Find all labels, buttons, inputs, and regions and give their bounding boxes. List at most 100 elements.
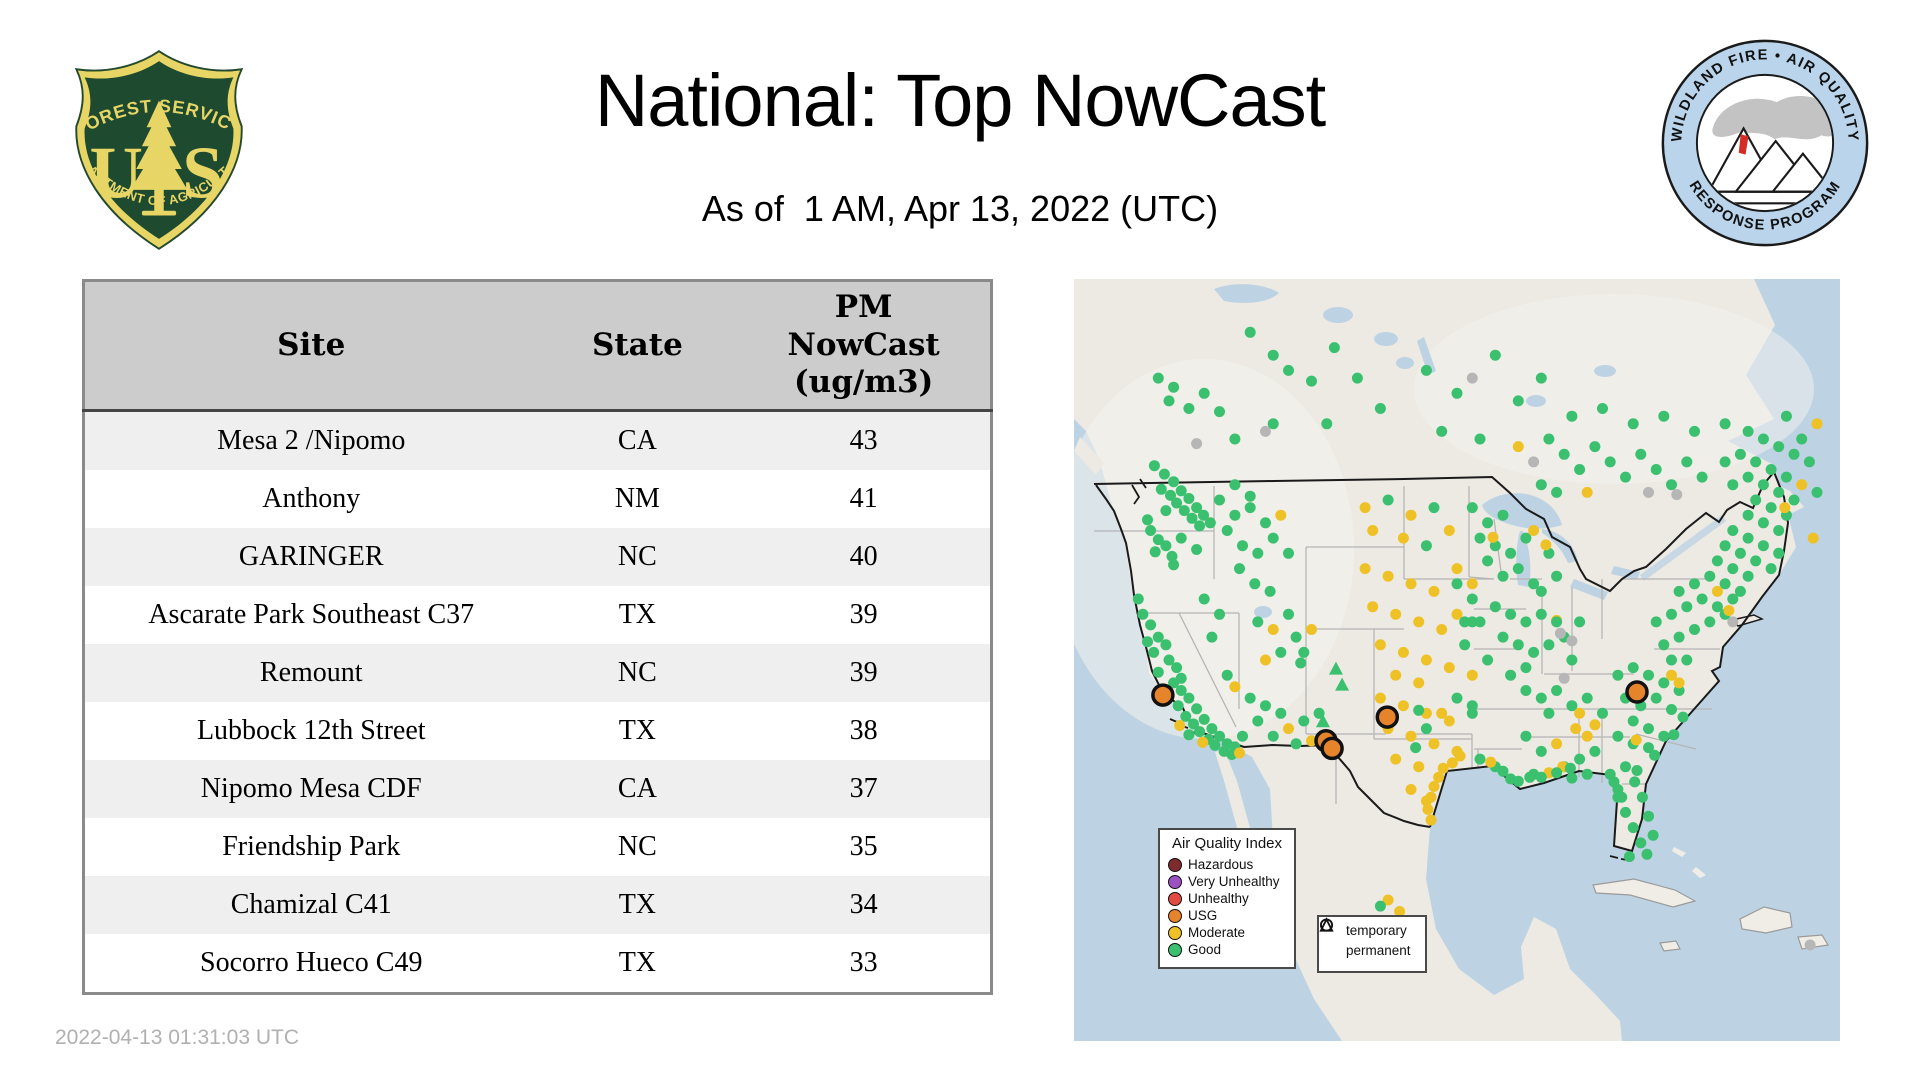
monitor-dot (1420, 654, 1432, 666)
monitor-dot (1148, 646, 1160, 658)
monitor-dot (1608, 776, 1620, 788)
monitor-dot (1558, 672, 1570, 684)
monitor-dot (1397, 646, 1409, 658)
monitor-type-legend: temporary permanent (1317, 915, 1427, 973)
monitor-dot (1757, 433, 1769, 445)
unhealthy-swatch-icon (1168, 891, 1182, 906)
table-cell: NC (537, 644, 738, 702)
monitor-dot (1466, 578, 1478, 590)
monitor-dot (1581, 730, 1593, 742)
monitor-dot (1551, 767, 1563, 779)
monitor-dot (1574, 707, 1586, 719)
monitor-dot (1420, 723, 1432, 735)
page-subtitle: As of 1 AM, Apr 13, 2022 (UTC) (701, 188, 1219, 229)
monitor-dot (1742, 570, 1754, 582)
monitor-dot (1551, 738, 1563, 750)
monitor-dot (1198, 593, 1210, 605)
monitor-dot (1306, 375, 1317, 387)
table-cell: 34 (737, 876, 992, 934)
monitor-dot (1174, 720, 1186, 731)
monitor-dot (1264, 585, 1276, 597)
monitor-dot (1574, 753, 1586, 765)
monitor-dot (1137, 608, 1149, 620)
monitor-dot (1397, 700, 1409, 712)
monitor-dot (1811, 418, 1823, 430)
monitor-dot (1283, 364, 1294, 376)
monitor-dot (1581, 486, 1593, 498)
monitor-dot (1298, 715, 1310, 727)
aqi-legend: Air Quality Index Hazardous Very Unhealth… (1158, 828, 1296, 969)
monitor-dot (1524, 771, 1536, 783)
col-header-pm: PM NowCast (ug/m3) (737, 280, 992, 412)
monitor-dot (1413, 704, 1425, 716)
monitor-dot (1229, 681, 1241, 693)
monitor-dot (1390, 669, 1402, 681)
monitor-dot (1696, 593, 1708, 605)
aqi-legend-label: USG (1188, 907, 1218, 923)
monitor-dot (1727, 479, 1739, 491)
monitor-dot (1283, 608, 1294, 620)
monitor-dot (1148, 460, 1160, 472)
monitor-dot (1283, 723, 1294, 735)
monitor-dot (1671, 489, 1683, 501)
monitor-dot (1589, 719, 1601, 731)
monitor-dot (1194, 726, 1206, 738)
table-cell: 41 (737, 470, 992, 528)
usg-top-site-marker (1151, 683, 1175, 707)
monitor-dot (1689, 624, 1700, 635)
monitor-dot (1328, 342, 1340, 354)
col-header-site: Site (83, 280, 538, 412)
table-row: Friendship Park NC 35 (83, 818, 992, 876)
monitor-dot (1804, 939, 1816, 951)
table-row: Nipomo Mesa CDF CA 37 (83, 760, 992, 818)
monitor-dot (1643, 486, 1654, 498)
monitor-dot (1382, 494, 1394, 506)
monitor-dot (1168, 559, 1180, 571)
monitor-dot (1631, 765, 1643, 776)
monitor-dot (1681, 601, 1693, 613)
page-title: National: Top NowCast (594, 59, 1326, 142)
monitor-dot (1796, 433, 1808, 445)
monitor-dot (1673, 677, 1685, 689)
monitor-dot (1249, 578, 1261, 590)
monitor-dot (1359, 502, 1371, 514)
monitor-dot (1474, 753, 1486, 765)
monitor-dot (1623, 851, 1635, 863)
table-cell: TX (537, 586, 738, 644)
monitor-dot (1750, 456, 1762, 468)
monitor-dot (1451, 563, 1463, 575)
monitor-dot (1443, 525, 1455, 536)
table-cell: Friendship Park (83, 818, 538, 876)
monitor-dot (1650, 464, 1662, 475)
aqi-legend-title: Air Quality Index (1171, 835, 1283, 852)
monitor-dot (1194, 520, 1206, 532)
monitor-dot (1405, 730, 1417, 742)
usg-top-site-marker (1320, 736, 1344, 761)
monitor-dot (1779, 502, 1791, 514)
aqi-legend-label: Good (1188, 941, 1222, 957)
monitor-dot (1520, 730, 1532, 742)
monitor-dot (1681, 654, 1693, 666)
table-row: Ascarate Park Southeast C37 TX 39 (83, 586, 992, 644)
table-row: GARINGER NC 40 (83, 528, 992, 586)
monitor-dot (1574, 464, 1586, 475)
monitor-dot (1497, 570, 1509, 582)
monitor-dot (1244, 326, 1256, 338)
monitor-dot (1422, 803, 1434, 815)
monitor-dot (1234, 563, 1245, 575)
monitor-dot (1191, 438, 1203, 450)
aqi-legend-item: Unhealthy (1160, 890, 1294, 907)
monitor-dot (1757, 479, 1769, 491)
table-cell: Chamizal C41 (83, 876, 538, 934)
monitor-dot (1466, 502, 1478, 514)
monitor-dot (1198, 387, 1210, 399)
national-aqi-map: Air Quality Index Hazardous Very Unhealth… (1074, 279, 1840, 1041)
monitor-dot (1551, 616, 1563, 628)
monitor-dot (1649, 749, 1661, 761)
monitor-dot (1244, 502, 1256, 514)
col-header-state: State (537, 280, 738, 412)
monitor-dot (1574, 616, 1586, 628)
monitor-dot (1198, 713, 1210, 725)
monitor-dot (1183, 692, 1195, 704)
monitor-dot (1489, 601, 1501, 613)
